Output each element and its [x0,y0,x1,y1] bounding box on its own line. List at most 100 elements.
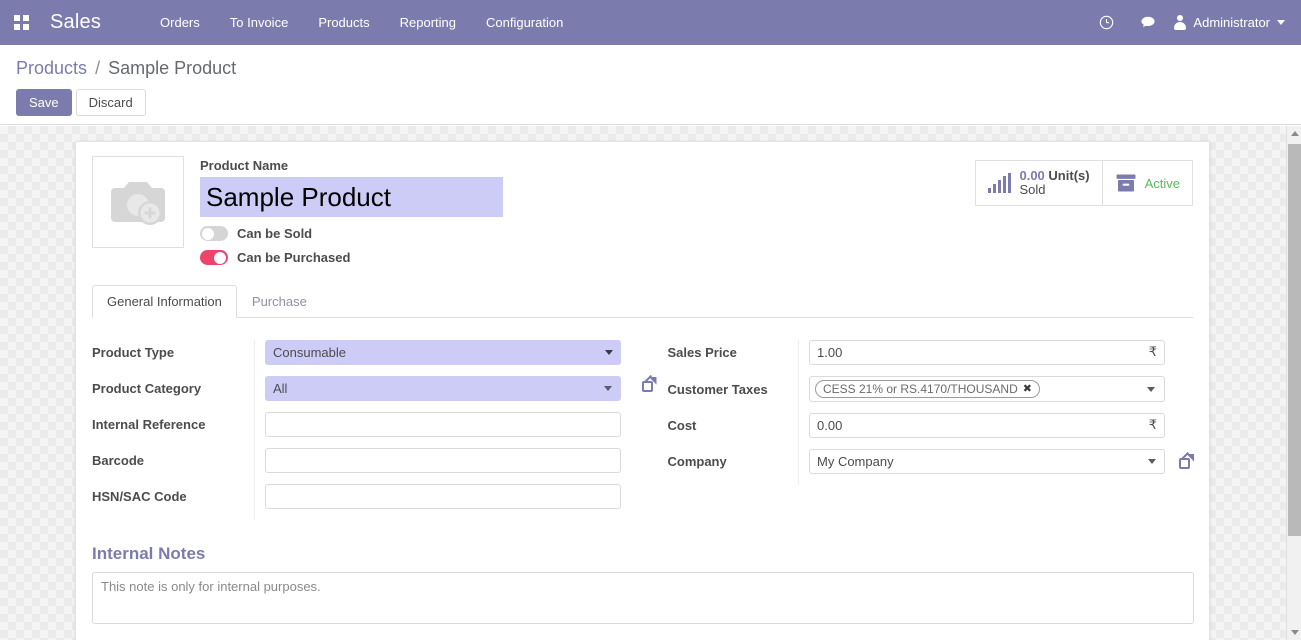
field-row-product-type: Product Type Consumable [92,340,643,376]
barcode-input[interactable] [265,448,621,473]
field-row-hsn-sac-code: HSN/SAC Code [92,484,643,520]
sales-price-label: Sales Price [667,345,737,360]
camera-add-photo-icon [111,182,165,225]
breadcrumb-item-current: Sample Product [108,58,237,78]
app-brand-sales[interactable]: Sales [42,11,113,34]
product-name-input[interactable] [200,177,503,217]
can-be-sold-row: Can be Sold [200,226,1193,241]
archive-box-icon [1116,174,1136,192]
vertical-scrollbar[interactable] [1286,126,1301,640]
product-type-select[interactable]: Consumable [265,340,621,365]
product-category-input[interactable] [265,376,621,401]
can-be-purchased-toggle[interactable] [200,250,228,265]
nav-item-configuration[interactable]: Configuration [471,0,578,45]
user-menu-label: Administrator [1193,15,1270,30]
discard-button[interactable]: Discard [75,89,146,116]
breadcrumb-item-products[interactable]: Products [16,58,87,78]
scrollbar-thumb[interactable] [1288,144,1301,536]
product-form-sheet: Product Name Can be Sold Can be Purchase… [75,141,1210,640]
stat-button-sold-text: 0.00 Unit(s) Sold [1019,169,1089,197]
right-field-group: Sales Price ₹ [641,340,1194,520]
stat-button-group: 0.00 Unit(s) Sold Active [975,160,1193,206]
can-be-purchased-label: Can be Purchased [237,250,351,265]
customer-taxes-label-text: Customer Taxes [667,381,768,397]
apps-grid-icon [13,15,29,30]
scroll-up-arrow-icon[interactable] [1287,126,1301,141]
customer-taxes-label: Customer Taxes [641,374,799,413]
navbar-right-group: Administrator [1086,0,1293,45]
can-be-purchased-row: Can be Purchased [200,250,1193,265]
field-row-internal-reference: Internal Reference [92,412,643,448]
units-sold-value: 0.00 [1019,168,1045,183]
can-be-sold-label: Can be Sold [237,226,313,241]
notebook-tabs: General Information Purchase [92,285,1193,318]
internal-notes-title: Internal Notes [92,544,206,563]
tax-tag[interactable]: CESS 21% or RS.4170/THOUSAND ✖ [815,380,1040,398]
barcode-label: Barcode [92,453,145,468]
caret-down-icon [1277,20,1285,25]
app-window: Sales Orders To Invoice Products Reporti… [0,0,1301,640]
product-category-field [265,376,621,401]
sales-price-input[interactable] [809,340,1165,365]
sheet-header: Product Name Can be Sold Can be Purchase… [92,156,1193,265]
field-row-barcode: Barcode [92,448,643,484]
internal-notes-section: Internal Notes [92,544,1194,627]
customer-taxes-internal-link[interactable] [641,374,657,392]
tab-purchase[interactable]: Purchase [237,285,322,318]
breadcrumb-separator: / [95,58,101,78]
nav-item-reporting[interactable]: Reporting [385,0,471,45]
cost-label: Cost [667,418,697,433]
field-row-company: Company [668,449,1194,485]
top-navbar: Sales Orders To Invoice Products Reporti… [0,0,1301,45]
field-groups: Product Type Consumable Product Category… [92,340,1194,520]
external-link-icon [641,374,657,392]
stat-button-active[interactable]: Active [1101,161,1192,205]
nav-item-to-invoice[interactable]: To Invoice [215,0,304,45]
company-input[interactable] [809,449,1165,474]
product-image-upload[interactable] [92,156,184,248]
breadcrumb: Products / Sample Product [16,55,1285,81]
cost-input[interactable] [809,413,1165,438]
left-field-group: Product Type Consumable Product Category… [92,340,643,520]
field-row-customer-taxes: Customer Taxes CESS 21% or RS.4170/THOUS… [641,374,1194,413]
tax-tag-remove-icon[interactable]: ✖ [1023,382,1032,396]
units-sold-caption: Sold [1019,182,1046,197]
tax-tag-label: CESS 21% or RS.4170/THOUSAND [823,382,1018,396]
form-view-background: Product Name Can be Sold Can be Purchase… [0,126,1286,640]
scroll-down-arrow-icon[interactable] [1287,625,1301,640]
can-be-sold-toggle[interactable] [200,226,228,241]
field-row-cost: Cost ₹ [668,413,1194,449]
stat-button-sold[interactable]: 0.00 Unit(s) Sold [976,161,1101,205]
activities-menu-button[interactable] [1086,15,1127,30]
internal-notes-textarea[interactable] [92,572,1194,624]
field-row-sales-price: Sales Price ₹ [668,340,1194,376]
control-panel: Products / Sample Product Save Discard 1… [0,45,1301,151]
company-external-link-icon[interactable] [1179,451,1194,469]
product-category-label: Product Category [92,381,202,396]
tab-general-information[interactable]: General Information [92,285,237,318]
units-sold-unit: Unit(s) [1048,168,1090,183]
nav-item-products[interactable]: Products [303,0,384,45]
product-type-select-wrap: Consumable [265,340,621,365]
company-label: Company [667,454,727,469]
company-field [809,449,1165,474]
apps-menu-toggle[interactable] [0,0,42,45]
user-avatar-icon [1173,15,1186,30]
customer-taxes-field[interactable]: CESS 21% or RS.4170/THOUSAND ✖ [809,376,1165,402]
field-row-product-category: Product Category [92,376,643,412]
internal-reference-input[interactable] [265,412,621,437]
messages-menu-button[interactable] [1127,15,1169,30]
save-button[interactable]: Save [16,89,72,116]
user-menu-button[interactable]: Administrator [1169,15,1293,30]
product-active-status: Active [1144,175,1180,191]
nav-item-orders[interactable]: Orders [145,0,215,45]
product-type-label: Product Type [92,345,175,360]
hsn-sac-code-label: HSN/SAC Code [92,489,187,504]
hsn-sac-code-input[interactable] [265,484,621,509]
bar-chart-icon [988,173,1012,193]
clock-icon [1100,15,1114,30]
navbar-menu-list: Orders To Invoice Products Reporting Con… [145,0,578,45]
chat-bubble-icon [1141,16,1155,28]
chevron-down-icon [1147,387,1155,392]
internal-reference-label: Internal Reference [92,417,206,432]
